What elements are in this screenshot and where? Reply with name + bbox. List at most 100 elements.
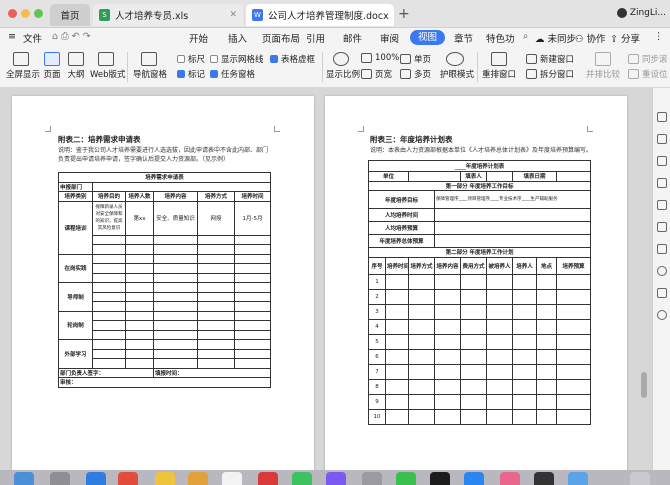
wechat-icon[interactable] xyxy=(396,472,416,485)
menu-reference[interactable]: 引用 xyxy=(306,31,325,45)
user-account[interactable]: ZingLi... xyxy=(616,8,666,18)
close-window-button[interactable] xyxy=(8,9,17,18)
outline-view-button[interactable]: 大纲 xyxy=(65,52,87,80)
ruler-checkbox[interactable]: 标尺 xyxy=(177,53,205,65)
page-width-label: 页宽 xyxy=(375,70,393,80)
maximize-window-button[interactable] xyxy=(34,9,43,18)
new-window-button[interactable]: 新建窗口 xyxy=(526,53,574,65)
finder-icon[interactable] xyxy=(14,472,34,485)
tab-home[interactable]: 首页 xyxy=(50,4,90,26)
filler-label: 填表人 xyxy=(460,171,487,182)
split-window-button[interactable]: 拆分窗口 xyxy=(526,68,574,80)
table-title: 培养需求申请表 xyxy=(57,172,272,183)
tab-close-icon[interactable]: ✕ xyxy=(229,10,237,20)
save-icon[interactable] xyxy=(657,288,667,298)
taskpane-label: 任务窗格 xyxy=(221,70,256,80)
menu-chapter[interactable]: 章节 xyxy=(454,31,473,45)
example-time: 1月-5月 xyxy=(233,200,272,236)
arrow-icon[interactable] xyxy=(657,222,667,232)
calendar-icon[interactable] xyxy=(222,472,242,485)
minimize-window-button[interactable] xyxy=(21,9,30,18)
menu-start[interactable]: 开始 xyxy=(189,31,208,45)
training-request-table: 培养需求申请表 申报部门 培养类别 培养目的 培养人数 培养内容 培养方式 培养… xyxy=(57,172,272,388)
arrange-label: 年度培养总体预算 xyxy=(368,234,435,248)
menu-mail[interactable]: 邮件 xyxy=(343,31,362,45)
menu-features[interactable]: 特色功 xyxy=(486,31,515,45)
pen-icon[interactable] xyxy=(657,178,667,188)
undo-icon[interactable]: ⌂ ⎙ ↶ ↷ xyxy=(52,31,91,42)
media-icon[interactable] xyxy=(430,472,450,485)
tab-spreadsheet[interactable]: S 人才培养专员.xls ✕ xyxy=(93,4,243,26)
tableframe-checkbox[interactable]: 表格虚框 xyxy=(270,53,315,65)
right-page-title: 附表三：年度培养计划表 xyxy=(370,135,453,144)
right-page[interactable]: 附表三：年度培养计划表 说明：本表由人力资源部根据本单位《人才培养总体计划表》及… xyxy=(325,96,627,470)
notes-icon[interactable] xyxy=(188,472,208,485)
sync-scroll-label: 同步滚 xyxy=(642,55,668,65)
menu-insert[interactable]: 插入 xyxy=(228,31,247,45)
new-window-icon xyxy=(526,54,537,64)
page-corner-mark xyxy=(45,126,51,132)
category-cell: 课程培训 xyxy=(58,200,93,255)
photos-icon[interactable] xyxy=(500,472,520,485)
eye-mode-button[interactable]: 护眼模式 xyxy=(440,52,474,80)
sync-scroll-button[interactable]: 同步滚 xyxy=(628,53,668,65)
hexagon-icon[interactable] xyxy=(657,200,667,210)
page-width-icon xyxy=(361,69,372,79)
style-icon[interactable] xyxy=(657,134,667,144)
sync-status[interactable]: ☁ 未同步 xyxy=(535,31,576,45)
terminal-icon[interactable] xyxy=(534,472,554,485)
header-cell: 培养方式 xyxy=(197,191,235,202)
taskpane-checkbox[interactable]: 任务窗格 xyxy=(210,68,255,80)
page-width-button[interactable]: 页宽 xyxy=(361,68,392,80)
fullscreen-button[interactable]: 全屏显示 xyxy=(6,52,40,80)
side-by-side-button[interactable]: 并排比较 xyxy=(586,52,620,80)
tab-document[interactable]: W 公司人才培养管理制度.docx ✕ xyxy=(246,4,394,26)
chrome-icon[interactable] xyxy=(155,472,175,485)
left-page[interactable]: 附表二：培养需求申请表 说明：鉴于我公司人才培养需要进行人选选拔，因此申请表中不… xyxy=(12,96,314,470)
menu-view[interactable]: 视图 xyxy=(410,30,446,45)
menu-layout[interactable]: 页面布局 xyxy=(262,31,300,45)
marks-label: 标记 xyxy=(188,70,206,80)
single-page-button[interactable]: 单页 xyxy=(400,53,431,65)
arrange-window-button[interactable]: 重排窗口 xyxy=(482,52,516,80)
nav-pane-button[interactable]: 导航窗格 xyxy=(133,52,168,80)
multi-page-button[interactable]: 多页 xyxy=(400,68,431,80)
preview-icon[interactable] xyxy=(568,472,588,485)
launchpad-icon[interactable] xyxy=(50,472,70,485)
collab-button[interactable]: ⚇ 协作 xyxy=(575,31,606,45)
more-icon[interactable]: ⋮ xyxy=(654,31,664,42)
gridlines-checkbox[interactable]: 显示网格线 xyxy=(210,53,264,65)
settings-app-icon[interactable] xyxy=(362,472,382,485)
zoom-100-button[interactable]: 100% xyxy=(361,53,399,63)
menu-review[interactable]: 审阅 xyxy=(380,31,399,45)
marks-checkbox[interactable]: 标记 xyxy=(177,68,205,80)
trash-icon[interactable] xyxy=(630,472,650,485)
history-icon[interactable] xyxy=(657,266,667,276)
new-tab-button[interactable]: + xyxy=(398,6,410,22)
page-view-button[interactable]: 页面 xyxy=(41,52,63,80)
mail-icon[interactable] xyxy=(118,472,138,485)
search-icon[interactable]: ⌕ xyxy=(523,31,528,42)
collab-label: 协作 xyxy=(586,34,606,45)
vertical-scrollbar[interactable] xyxy=(641,372,647,398)
wps-icon[interactable] xyxy=(258,472,278,485)
document-area[interactable]: 附表二：培养需求申请表 说明：鉴于我公司人才培养需要进行人选选拔，因此申请表中不… xyxy=(0,88,652,470)
safari-icon[interactable] xyxy=(86,472,106,485)
edit-icon[interactable] xyxy=(657,112,667,122)
nav-pane-label: 导航窗格 xyxy=(133,70,168,80)
settings-icon[interactable] xyxy=(657,310,667,320)
row-number: 10 xyxy=(368,408,386,425)
music-icon[interactable] xyxy=(326,472,346,485)
row-number: 1 xyxy=(368,273,386,290)
translate-icon[interactable] xyxy=(657,244,667,254)
menu-file[interactable]: 文件 xyxy=(23,31,42,45)
format-icon[interactable] xyxy=(657,156,667,166)
reset-pos-button[interactable]: 重设位 xyxy=(628,68,668,80)
hamburger-icon[interactable]: ≡ xyxy=(8,31,16,42)
web-view-button[interactable]: Web版式 xyxy=(90,52,126,80)
messages-icon[interactable] xyxy=(292,472,312,485)
zoom-ratio-button[interactable]: 显示比例 xyxy=(326,52,360,80)
store-icon[interactable] xyxy=(464,472,484,485)
share-button[interactable]: ⇪ 分享 xyxy=(610,31,640,45)
view-toolbar: 全屏显示 页面 大纲 Web版式 导航窗格 标尺 标记 显示网格线 任务窗格 表… xyxy=(0,48,670,88)
